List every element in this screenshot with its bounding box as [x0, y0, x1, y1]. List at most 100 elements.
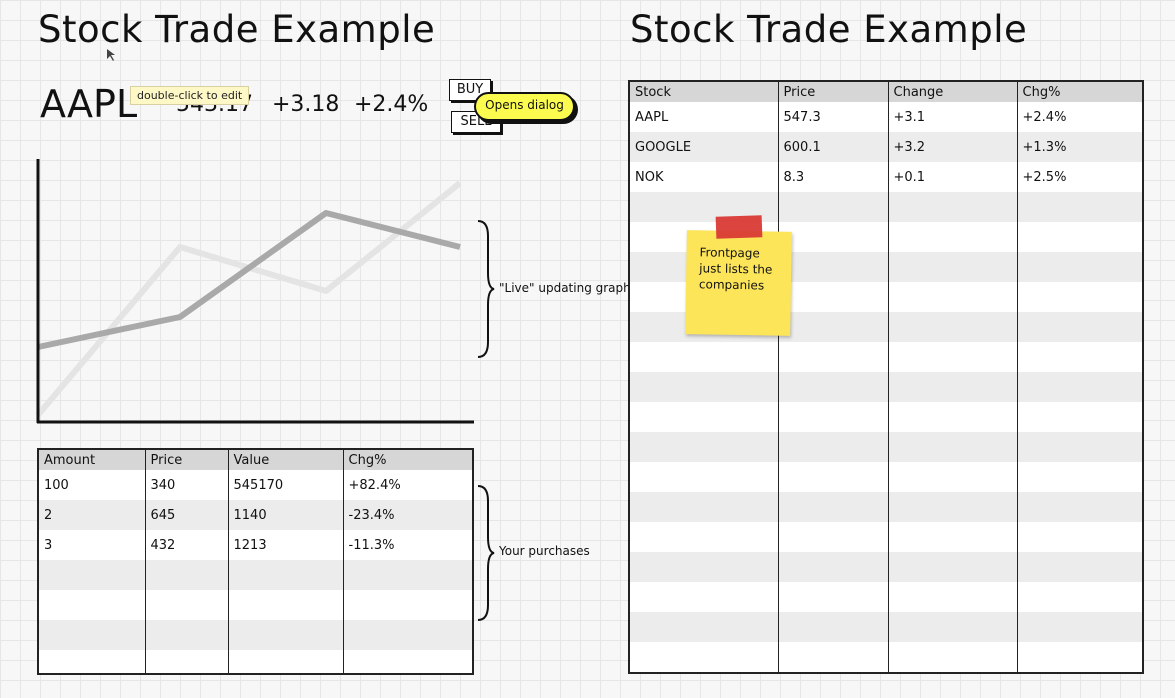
stocks-empty-cell	[777, 642, 888, 672]
stocks-cell: 8.3	[777, 162, 888, 192]
stocks-empty-cell	[630, 552, 778, 582]
stocks-empty-row	[630, 402, 1142, 432]
stocks-empty-cell	[887, 342, 1017, 372]
stocks-empty-row	[630, 582, 1142, 612]
stocks-empty-row	[630, 462, 1142, 492]
stocks-row[interactable]: AAPL 547.3 +3.1 +2.4%	[630, 102, 1142, 132]
stocks-empty-cell	[630, 522, 778, 552]
stocks-empty-cell	[777, 222, 888, 252]
stocks-cell: AAPL	[630, 102, 778, 132]
purchases-cell: 432	[144, 530, 228, 560]
stocks-empty-cell	[630, 432, 778, 462]
stocks-empty-cell	[777, 462, 888, 492]
stocks-cell: +3.2	[887, 132, 1017, 162]
graph-brace-icon	[477, 220, 495, 358]
purchases-row[interactable]: 2 645 1140 -23.4%	[39, 500, 472, 530]
purchases-empty-cell	[342, 650, 472, 673]
purchases-empty-row	[39, 560, 472, 590]
sticky-note-text: Frontpage just lists the companies	[698, 245, 773, 293]
stocks-empty-cell	[1016, 282, 1142, 312]
stocks-empty-cell	[887, 552, 1017, 582]
stocks-empty-cell	[887, 372, 1017, 402]
stocks-empty-cell	[1016, 492, 1142, 522]
purchases-cell: +82.4%	[342, 470, 472, 500]
purchases-row[interactable]: 3 432 1213 -11.3%	[39, 530, 472, 560]
stock-change: +3.18	[272, 92, 340, 117]
stocks-empty-cell	[1016, 312, 1142, 342]
stocks-column-header[interactable]: Change	[887, 82, 1017, 102]
stocks-empty-cell	[777, 582, 888, 612]
stocks-empty-cell	[1016, 462, 1142, 492]
stocks-empty-cell	[777, 372, 888, 402]
stocks-empty-row	[630, 612, 1142, 642]
stocks-empty-cell	[630, 462, 778, 492]
stocks-empty-cell	[1016, 192, 1142, 222]
stocks-empty-row	[630, 342, 1142, 372]
purchases-cell: 545170	[227, 470, 343, 500]
stocks-column-header[interactable]: Stock	[630, 82, 778, 102]
stocks-cell: +3.1	[887, 102, 1017, 132]
purchases-note: Your purchases	[499, 544, 590, 558]
purchases-cell: 2	[39, 500, 145, 530]
stocks-empty-cell	[1016, 222, 1142, 252]
stocks-cell: +0.1	[887, 162, 1017, 192]
stock-ticker[interactable]: AAPL	[40, 82, 137, 126]
stocks-empty-cell	[887, 282, 1017, 312]
graph-note: "Live" updating graph	[499, 281, 631, 295]
stocks-empty-cell	[1016, 252, 1142, 282]
stocks-empty-cell	[777, 612, 888, 642]
stocks-header-row: Stock Price Change Chg%	[630, 82, 1142, 102]
purchases-empty-cell	[342, 620, 472, 650]
purchases-column-header[interactable]: Price	[144, 450, 228, 470]
purchases-cell: 3	[39, 530, 145, 560]
purchases-empty-cell	[227, 620, 343, 650]
stocks-empty-cell	[777, 312, 888, 342]
stocks-row[interactable]: GOOGLE 600.1 +3.2 +1.3%	[630, 132, 1142, 162]
purchases-empty-cell	[227, 650, 343, 673]
stocks-empty-cell	[1016, 582, 1142, 612]
purchases-cell: 1213	[227, 530, 343, 560]
stocks-empty-cell	[777, 402, 888, 432]
purchases-empty-cell	[144, 620, 228, 650]
purchases-cell: 1140	[227, 500, 343, 530]
stocks-empty-cell	[1016, 372, 1142, 402]
stocks-empty-cell	[630, 402, 778, 432]
stocks-empty-cell	[630, 492, 778, 522]
stocks-empty-cell	[887, 492, 1017, 522]
stocks-empty-row	[630, 522, 1142, 552]
stocks-table: Stock Price Change Chg% AAPL 547.3 +3.1 +2.4% G…	[628, 80, 1144, 674]
stocks-cell: 600.1	[777, 132, 888, 162]
stocks-empty-row	[630, 372, 1142, 402]
stocks-empty-cell	[630, 342, 778, 372]
edit-tooltip: double-click to edit	[130, 86, 250, 105]
right-page-title: Stock Trade Example	[630, 8, 1028, 51]
stocks-empty-cell	[887, 642, 1017, 672]
purchases-column-header[interactable]: Amount	[39, 450, 145, 470]
purchases-empty-cell	[144, 590, 228, 620]
stocks-row[interactable]: NOK 8.3 +0.1 +2.5%	[630, 162, 1142, 192]
stocks-cell: GOOGLE	[630, 132, 778, 162]
purchases-empty-row	[39, 590, 472, 620]
stocks-empty-cell	[777, 192, 888, 222]
stocks-cell: +2.4%	[1016, 102, 1142, 132]
stocks-empty-cell	[887, 192, 1017, 222]
stocks-empty-cell	[887, 432, 1017, 462]
purchases-column-header[interactable]: Chg%	[342, 450, 472, 470]
stocks-empty-row	[630, 642, 1142, 672]
purchases-column-header[interactable]: Value	[227, 450, 343, 470]
stocks-empty-cell	[777, 492, 888, 522]
stocks-empty-cell	[1016, 612, 1142, 642]
stocks-empty-row	[630, 552, 1142, 582]
stocks-column-header[interactable]: Chg%	[1016, 82, 1142, 102]
stocks-empty-cell	[1016, 552, 1142, 582]
stocks-empty-row	[630, 432, 1142, 462]
stocks-empty-cell	[887, 462, 1017, 492]
stocks-cell: NOK	[630, 162, 778, 192]
purchases-empty-cell	[227, 590, 343, 620]
sticky-note: Frontpage just lists the companies	[685, 230, 792, 336]
stocks-empty-cell	[630, 582, 778, 612]
stocks-empty-cell	[777, 522, 888, 552]
stocks-empty-cell	[887, 312, 1017, 342]
stocks-column-header[interactable]: Price	[777, 82, 888, 102]
purchases-row[interactable]: 100 340 545170 +82.4%	[39, 470, 472, 500]
